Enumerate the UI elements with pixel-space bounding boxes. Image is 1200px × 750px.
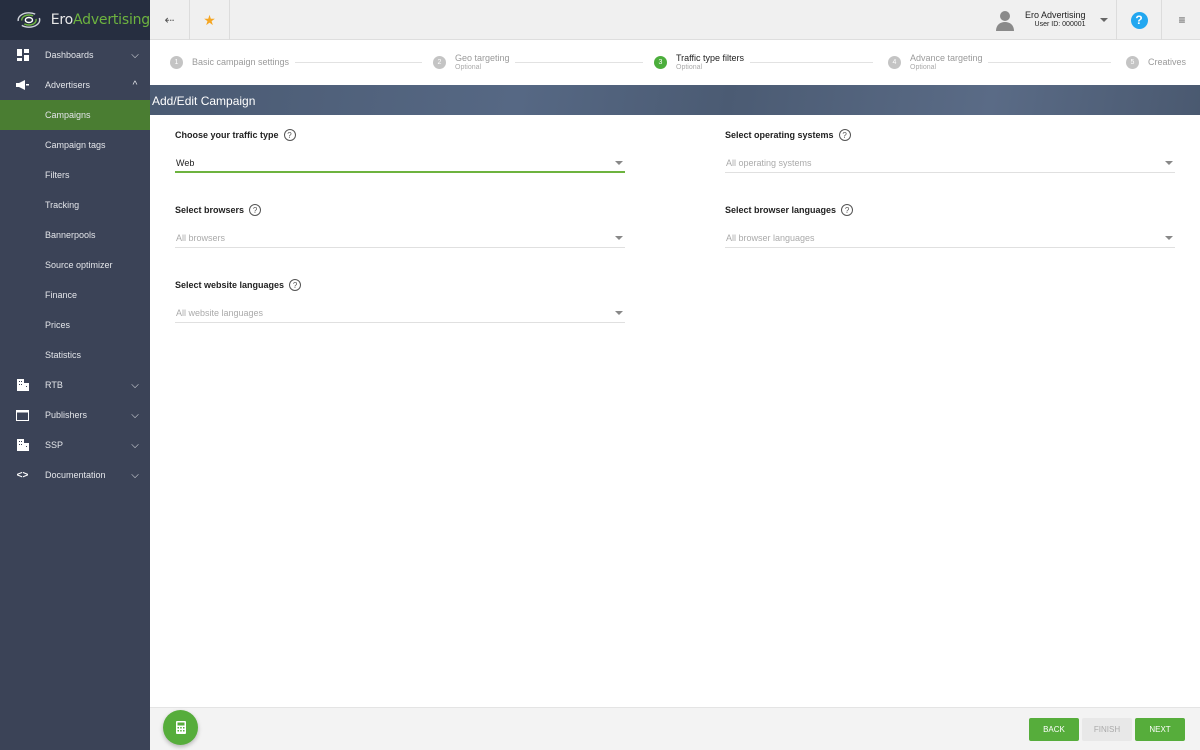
step-basic-campaign-settings[interactable]: 1 Basic campaign settings [170, 40, 289, 85]
page-title: Add/Edit Campaign [152, 94, 256, 108]
back-button[interactable]: BACK [1029, 718, 1079, 741]
website-languages-label: Select website languages [175, 280, 285, 290]
traffic-type-field: Choose your traffic type ? Web [175, 129, 625, 173]
user-id: User ID: 000001 [1034, 21, 1086, 28]
next-button[interactable]: NEXT [1135, 718, 1185, 741]
megaphone-icon [0, 80, 45, 90]
operating-systems-field: Select operating systems ? All operating… [725, 129, 1175, 173]
help-tooltip-icon[interactable]: ? [838, 129, 851, 141]
sidebar: EroAdvertising Dashboards ⌵ Advertisers … [0, 0, 150, 750]
dropdown-caret-icon [615, 236, 623, 240]
sidebar-item-ssp[interactable]: SSP ⌵ [0, 430, 150, 460]
operating-systems-label: Select operating systems [725, 130, 834, 140]
star-icon: ★ [203, 11, 216, 28]
avatar-icon [996, 11, 1014, 31]
browser-languages-label: Select browser languages [725, 205, 837, 215]
step-traffic-type-filters[interactable]: 3 Traffic type filters Optional [654, 40, 744, 85]
chevron-up-icon: ^ [132, 79, 138, 91]
sidebar-item-prices[interactable]: Prices [0, 310, 150, 340]
sidebar-item-campaign-tags[interactable]: Campaign tags [0, 130, 150, 160]
collapse-menu-icon: ⇠ [164, 13, 175, 27]
browser-languages-select[interactable]: All browser languages [725, 233, 1175, 248]
finish-button[interactable]: FINISH [1082, 718, 1132, 741]
sidebar-item-source-optimizer[interactable]: Source optimizer [0, 250, 150, 280]
collapse-sidebar-button[interactable]: ⇠ [150, 0, 190, 40]
chevron-down-icon: ⌵ [131, 439, 139, 451]
chevron-down-icon: ⌵ [131, 49, 139, 61]
sidebar-item-dashboards[interactable]: Dashboards ⌵ [0, 40, 150, 70]
operating-systems-select[interactable]: All operating systems [725, 158, 1175, 173]
sidebar-item-publishers[interactable]: Publishers ⌵ [0, 400, 150, 430]
wizard-stepper: 1 Basic campaign settings 2 Geo targetin… [150, 40, 1200, 85]
help-tooltip-icon[interactable]: ? [289, 279, 302, 291]
chevron-down-icon: ⌵ [131, 469, 139, 481]
step-connector [295, 62, 422, 63]
building-icon [0, 379, 45, 391]
sidebar-item-filters[interactable]: Filters [0, 160, 150, 190]
browser-languages-field: Select browser languages ? All browser l… [725, 204, 1175, 248]
favorites-button[interactable]: ★ [190, 0, 230, 40]
help-tooltip-icon[interactable]: ? [283, 129, 296, 141]
browsers-field: Select browsers ? All browsers [175, 204, 625, 248]
dropdown-caret-icon [615, 311, 623, 315]
logo-icon [17, 12, 41, 28]
topbar: ⇠ ★ Ero Advertising User ID: 000001 ? ≡ [150, 0, 1200, 40]
website-languages-select[interactable]: All website languages [175, 308, 625, 323]
dropdown-caret-icon [615, 160, 623, 165]
help-tooltip-icon[interactable]: ? [841, 204, 854, 216]
sidebar-item-finance[interactable]: Finance [0, 280, 150, 310]
sidebar-item-tracking[interactable]: Tracking [0, 190, 150, 220]
chevron-down-icon: ⌵ [131, 379, 139, 391]
footer: BACK FINISH NEXT [150, 707, 1200, 750]
traffic-type-label: Choose your traffic type [175, 130, 279, 140]
code-icon: <> [16, 469, 29, 481]
sidebar-item-bannerpools[interactable]: Bannerpools [0, 220, 150, 250]
window-icon [0, 409, 45, 421]
browsers-select[interactable]: All browsers [175, 233, 625, 248]
step-connector [750, 62, 873, 63]
traffic-type-select[interactable]: Web [175, 158, 625, 173]
step-geo-targeting[interactable]: 2 Geo targeting Optional [433, 40, 510, 85]
help-button[interactable]: ? [1116, 0, 1162, 40]
dropdown-caret-icon [1165, 236, 1173, 240]
step-connector [515, 62, 643, 63]
user-name: Ero Advertising [1025, 10, 1086, 20]
logo-text: EroAdvertising [50, 12, 150, 28]
sidebar-item-statistics[interactable]: Statistics [0, 340, 150, 370]
building-icon [0, 439, 45, 451]
dashboard-icon [0, 49, 45, 61]
website-languages-field: Select website languages ? All website l… [175, 279, 625, 323]
logo[interactable]: EroAdvertising [0, 0, 150, 40]
browsers-label: Select browsers [175, 205, 245, 215]
page-header: Add/Edit Campaign [150, 85, 1200, 115]
app: EroAdvertising Dashboards ⌵ Advertisers … [0, 0, 1200, 750]
step-creatives[interactable]: 5 Creatives [1126, 40, 1186, 85]
calculator-button[interactable] [163, 710, 198, 745]
user-menu[interactable]: Ero Advertising User ID: 000001 [995, 0, 1110, 40]
step-connector [988, 62, 1111, 63]
campaign-form: Choose your traffic type ? Web Select op… [150, 115, 1200, 707]
step-advance-targeting[interactable]: 4 Advance targeting Optional [888, 40, 983, 85]
sidebar-item-documentation[interactable]: <> Documentation ⌵ [0, 460, 150, 490]
help-tooltip-icon[interactable]: ? [249, 204, 262, 216]
sidebar-item-advertisers[interactable]: Advertisers ^ [0, 70, 150, 100]
menu-icon: ≡ [1178, 13, 1186, 27]
help-icon: ? [1130, 11, 1148, 29]
menu-button[interactable]: ≡ [1162, 0, 1200, 40]
calculator-icon [175, 721, 186, 734]
dropdown-caret-icon [1165, 161, 1173, 165]
sidebar-item-campaigns[interactable]: Campaigns [0, 100, 150, 130]
chevron-down-icon: ⌵ [131, 409, 139, 421]
chevron-down-icon [1099, 18, 1108, 22]
sidebar-item-rtb[interactable]: RTB ⌵ [0, 370, 150, 400]
